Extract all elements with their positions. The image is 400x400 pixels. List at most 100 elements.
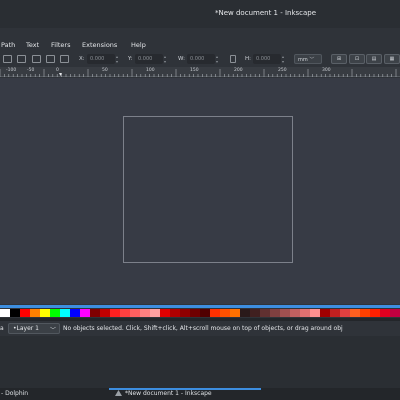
task-dolphin[interactable]: - Dolphin — [1, 390, 28, 397]
menu-filters[interactable]: Filters — [51, 41, 70, 49]
unit-select[interactable]: mm ﹀ — [294, 54, 322, 64]
w-spinner[interactable]: ▴ ▾ — [216, 54, 221, 64]
color-swatch[interactable] — [0, 309, 10, 317]
ruler-label: 50 — [102, 68, 108, 73]
chevron-down-icon: ﹀ — [49, 327, 56, 334]
ruler-label: 150 — [190, 68, 199, 73]
color-swatch[interactable] — [360, 309, 370, 317]
task-inkscape[interactable]: *New document 1 - Inkscape — [115, 390, 212, 397]
color-swatch[interactable] — [230, 309, 240, 317]
color-swatch[interactable] — [280, 309, 290, 317]
color-swatch[interactable] — [370, 309, 380, 317]
task-inkscape-label: *New document 1 - Inkscape — [125, 390, 212, 397]
color-palette[interactable] — [0, 309, 400, 317]
ruler-label: 200 — [234, 68, 243, 73]
color-swatch[interactable] — [70, 309, 80, 317]
color-swatch[interactable] — [190, 309, 200, 317]
menu-bar: Path Text Filters Extensions Help — [0, 38, 400, 53]
color-swatch[interactable] — [390, 309, 400, 317]
color-swatch[interactable] — [380, 309, 390, 317]
color-swatch[interactable] — [170, 309, 180, 317]
color-swatch[interactable] — [200, 309, 210, 317]
w-label: W: — [178, 56, 185, 62]
transform-gradients-button[interactable]: ▤ — [366, 54, 382, 64]
color-swatch[interactable] — [140, 309, 150, 317]
y-field[interactable]: 0.000 — [135, 54, 163, 64]
horizontal-ruler[interactable]: -100 -50 0 50 100 150 200 250 300 — [0, 67, 400, 77]
y-label: Y: — [128, 56, 133, 62]
unit-select-value: mm — [298, 57, 308, 63]
transform-patterns-button[interactable]: ▦ — [384, 54, 400, 64]
align-center-icon[interactable] — [17, 55, 26, 63]
layer-name: •Layer 1 — [13, 325, 39, 332]
color-swatch[interactable] — [40, 309, 50, 317]
color-swatch[interactable] — [80, 309, 90, 317]
color-swatch[interactable] — [100, 309, 110, 317]
h-label: H: — [245, 56, 251, 62]
page-border — [123, 116, 293, 263]
align-left-icon[interactable] — [3, 55, 12, 63]
inkscape-icon — [115, 390, 122, 396]
color-swatch[interactable] — [310, 309, 320, 317]
color-swatch[interactable] — [150, 309, 160, 317]
color-swatch[interactable] — [90, 309, 100, 317]
ruler-label: 250 — [278, 68, 287, 73]
w-field[interactable]: 0.000 — [187, 54, 215, 64]
color-swatch[interactable] — [340, 309, 350, 317]
palette-separator — [0, 305, 400, 308]
raise-icon[interactable] — [60, 55, 69, 63]
x-field[interactable]: 0.000 — [87, 54, 115, 64]
ruler-label: -100 — [6, 68, 17, 73]
active-task-indicator — [109, 388, 261, 390]
color-swatch[interactable] — [330, 309, 340, 317]
color-swatch[interactable] — [120, 309, 130, 317]
title-bar: *New document 1 - Inkscape — [0, 0, 400, 28]
menu-extensions[interactable]: Extensions — [82, 41, 117, 49]
color-swatch[interactable] — [110, 309, 120, 317]
color-swatch[interactable] — [250, 309, 260, 317]
color-swatch[interactable] — [180, 309, 190, 317]
color-swatch[interactable] — [320, 309, 330, 317]
drawing-canvas[interactable] — [0, 78, 400, 304]
style-indicator: a — [0, 325, 4, 332]
color-swatch[interactable] — [130, 309, 140, 317]
color-swatch[interactable] — [240, 309, 250, 317]
color-swatch[interactable] — [260, 309, 270, 317]
color-swatch[interactable] — [50, 309, 60, 317]
layer-selector[interactable]: •Layer 1 ﹀ — [8, 323, 60, 334]
color-swatch[interactable] — [350, 309, 360, 317]
menu-text[interactable]: Text — [26, 41, 39, 49]
align-bottom-icon[interactable] — [46, 55, 55, 63]
color-swatch[interactable] — [220, 309, 230, 317]
window-title: *New document 1 - Inkscape — [215, 9, 317, 17]
color-swatch[interactable] — [300, 309, 310, 317]
x-label: X: — [79, 56, 85, 62]
ruler-ticks — [0, 69, 397, 77]
color-swatch[interactable] — [20, 309, 30, 317]
h-field[interactable]: 0.000 — [253, 54, 281, 64]
status-bar: a •Layer 1 ﹀ No objects selected. Click,… — [0, 321, 400, 336]
menu-help[interactable]: Help — [131, 41, 146, 49]
h-spinner[interactable]: ▴ ▾ — [282, 54, 287, 64]
color-swatch[interactable] — [10, 309, 20, 317]
y-spinner[interactable]: ▴ ▾ — [164, 54, 169, 64]
transform-stroke-button[interactable]: ⊞ — [331, 54, 347, 64]
status-message: No objects selected. Click, Shift+click,… — [63, 325, 343, 332]
tool-controls-bar: X: 0.000 ▴ ▾ Y: 0.000 ▴ ▾ W: 0.000 ▴ ▾ H: 0… — [0, 53, 400, 67]
ruler-label: 0 — [56, 68, 59, 73]
color-swatch[interactable] — [160, 309, 170, 317]
color-swatch[interactable] — [60, 309, 70, 317]
transform-corners-button[interactable]: ⊡ — [349, 54, 365, 64]
panel-area — [0, 336, 400, 388]
color-swatch[interactable] — [210, 309, 220, 317]
lock-icon[interactable] — [230, 55, 236, 63]
menu-path[interactable]: Path — [1, 41, 15, 49]
color-swatch[interactable] — [30, 309, 40, 317]
ruler-label: 100 — [146, 68, 155, 73]
ruler-label: 300 — [322, 68, 331, 73]
x-spinner[interactable]: ▴ ▾ — [116, 54, 121, 64]
color-swatch[interactable] — [270, 309, 280, 317]
align-top-icon[interactable] — [32, 55, 41, 63]
color-swatch[interactable] — [290, 309, 300, 317]
ruler-label: -50 — [27, 68, 35, 73]
